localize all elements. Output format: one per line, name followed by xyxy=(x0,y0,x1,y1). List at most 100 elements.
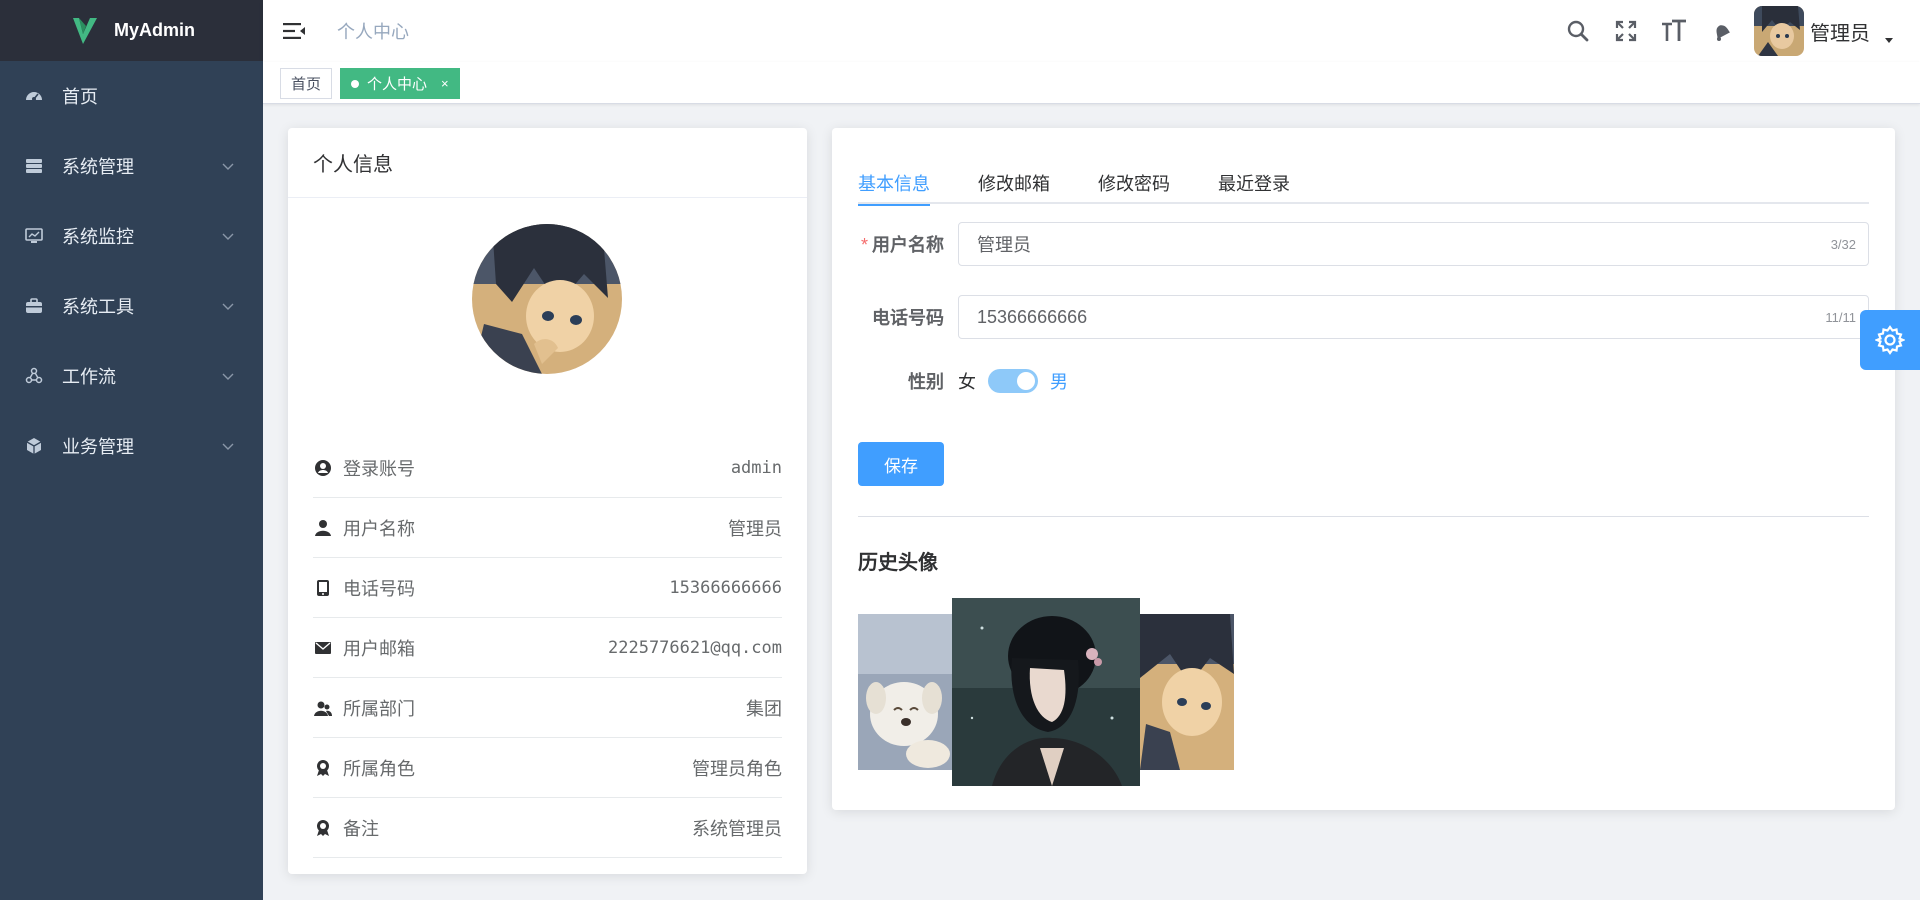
list-item: 电话号码 15366666666 xyxy=(313,558,782,618)
mail-icon xyxy=(313,638,333,658)
edit-card: 基本信息 修改邮箱 修改密码 最近登录 * 用户名称 管理员 3/32 电话号码 … xyxy=(832,128,1895,810)
caret-down-icon[interactable] xyxy=(1884,35,1894,45)
badge-icon xyxy=(313,758,333,778)
fullscreen-icon xyxy=(1615,20,1637,42)
tag-label: 个人中心 xyxy=(367,76,428,93)
breadcrumb: 个人中心 xyxy=(337,22,409,42)
history-avatar-boy[interactable] xyxy=(1140,614,1234,770)
sidebar-item-label: 首页 xyxy=(62,87,98,107)
font-size-button[interactable] xyxy=(1650,0,1698,62)
sidebar-item-label: 系统监控 xyxy=(62,227,134,247)
form-label: * 用户名称 xyxy=(858,231,958,257)
sidebar-item-tools[interactable]: 系统工具 xyxy=(0,271,263,341)
form-row-gender: 性别 女 男 xyxy=(858,368,1068,394)
tab-change-password[interactable]: 修改密码 xyxy=(1098,162,1170,204)
switch-knob xyxy=(1017,372,1035,390)
info-value: 管理员 xyxy=(728,518,782,540)
history-avatar-dog[interactable] xyxy=(858,614,952,770)
form-row-phone: 电话号码 15366666666 11/11 xyxy=(858,295,1869,339)
toolbox-icon xyxy=(24,296,44,316)
input-value: 管理员 xyxy=(977,235,1031,255)
gender-switch-group: 女 男 xyxy=(958,368,1068,394)
tab-change-email[interactable]: 修改邮箱 xyxy=(978,162,1050,204)
sidebar-item-label: 系统管理 xyxy=(62,157,134,177)
sidebar-item-label: 业务管理 xyxy=(62,437,134,457)
team-icon xyxy=(313,698,333,718)
menu-toggle-icon[interactable] xyxy=(281,18,307,44)
tabs: 基本信息 修改邮箱 修改密码 最近登录 xyxy=(858,162,1869,206)
user-name[interactable]: 管理员 xyxy=(1810,17,1870,46)
profile-info-list: 登录账号 admin 用户名称 管理员 电话号码 15366666666 用户邮… xyxy=(313,438,782,858)
history-avatar-girl[interactable] xyxy=(952,598,1140,786)
badge-icon xyxy=(313,818,333,838)
logo[interactable]: MyAdmin xyxy=(0,0,263,61)
user-icon xyxy=(313,518,333,538)
char-count: 11/11 xyxy=(1825,309,1856,325)
switch-on-label[interactable]: 男 xyxy=(1050,368,1068,394)
info-value: admin xyxy=(730,457,782,478)
profile-card-title: 个人信息 xyxy=(288,128,807,198)
tab-basic-info[interactable]: 基本信息 xyxy=(858,162,930,206)
sidebar-item-monitor[interactable]: 系统监控 xyxy=(0,201,263,271)
chevron-down-icon xyxy=(222,443,234,450)
navbar: 个人中心 管理员 xyxy=(263,0,1920,62)
chevron-down-icon xyxy=(222,303,234,310)
sidebar-item-label: 工作流 xyxy=(62,367,116,387)
logo-icon xyxy=(73,17,97,44)
search-button[interactable] xyxy=(1554,0,1602,62)
notification-button[interactable] xyxy=(1698,0,1746,62)
gear-icon xyxy=(1875,325,1905,355)
list-item: 所属角色 管理员角色 xyxy=(313,738,782,798)
history-avatar-title: 历史头像 xyxy=(858,552,938,574)
dashboard-icon xyxy=(24,86,44,106)
info-label: 用户邮箱 xyxy=(343,638,415,660)
profile-avatar[interactable] xyxy=(472,224,622,374)
workflow-icon xyxy=(24,366,44,386)
label-text: 用户名称 xyxy=(872,235,944,255)
info-label: 备注 xyxy=(343,818,379,840)
required-mark: * xyxy=(860,235,868,255)
bell-icon xyxy=(1716,25,1730,41)
form-label: 电话号码 xyxy=(872,308,944,328)
gender-switch[interactable] xyxy=(988,369,1038,393)
avatar[interactable] xyxy=(1754,6,1804,56)
sidebar-item-system[interactable]: 系统管理 xyxy=(0,131,263,201)
username-input[interactable]: 管理员 3/32 xyxy=(958,222,1869,266)
info-value: 集团 xyxy=(746,698,782,720)
list-item: 用户邮箱 2225776621@qq.com xyxy=(313,618,782,678)
sidebar-item-business[interactable]: 业务管理 xyxy=(0,411,263,481)
sidebar-item-home[interactable]: 首页 xyxy=(0,61,263,131)
form-label: 性别 xyxy=(908,372,944,392)
tag-label: 首页 xyxy=(291,76,322,93)
info-label: 所属角色 xyxy=(343,758,415,780)
sidebar-item-label: 系统工具 xyxy=(62,297,134,317)
monitor-icon xyxy=(24,226,44,246)
list-item: 所属部门 集团 xyxy=(313,678,782,738)
settings-button[interactable] xyxy=(1860,310,1920,370)
sidebar: MyAdmin 首页 系统管理 系统监控 系统工具 工作流 业务管理 xyxy=(0,0,263,900)
info-value: 2225776621@qq.com xyxy=(608,637,782,658)
info-value: 15366666666 xyxy=(669,577,782,598)
phone-input[interactable]: 15366666666 11/11 xyxy=(958,295,1869,339)
fullscreen-button[interactable] xyxy=(1602,0,1650,62)
info-label: 电话号码 xyxy=(343,578,415,600)
form-row-username: * 用户名称 管理员 3/32 xyxy=(858,222,1869,266)
close-icon[interactable]: × xyxy=(441,76,449,91)
info-label: 登录账号 xyxy=(343,458,415,480)
sidebar-item-workflow[interactable]: 工作流 xyxy=(0,341,263,411)
info-value: 系统管理员 xyxy=(692,818,782,840)
navbar-right: 管理员 xyxy=(1554,0,1920,62)
font-size-icon xyxy=(1662,19,1686,41)
info-label: 用户名称 xyxy=(343,518,415,540)
save-button[interactable]: 保存 xyxy=(858,442,944,486)
tab-recent-login[interactable]: 最近登录 xyxy=(1218,162,1290,204)
input-value: 15366666666 xyxy=(977,306,1088,327)
app-title: MyAdmin xyxy=(114,20,195,40)
system-icon xyxy=(24,156,44,176)
switch-off-label[interactable]: 女 xyxy=(958,368,976,394)
info-label: 所属部门 xyxy=(343,698,415,720)
tag-profile[interactable]: 个人中心 × xyxy=(340,68,460,99)
search-icon xyxy=(1567,20,1589,42)
phone-icon xyxy=(313,578,333,598)
tag-home[interactable]: 首页 xyxy=(280,68,333,99)
